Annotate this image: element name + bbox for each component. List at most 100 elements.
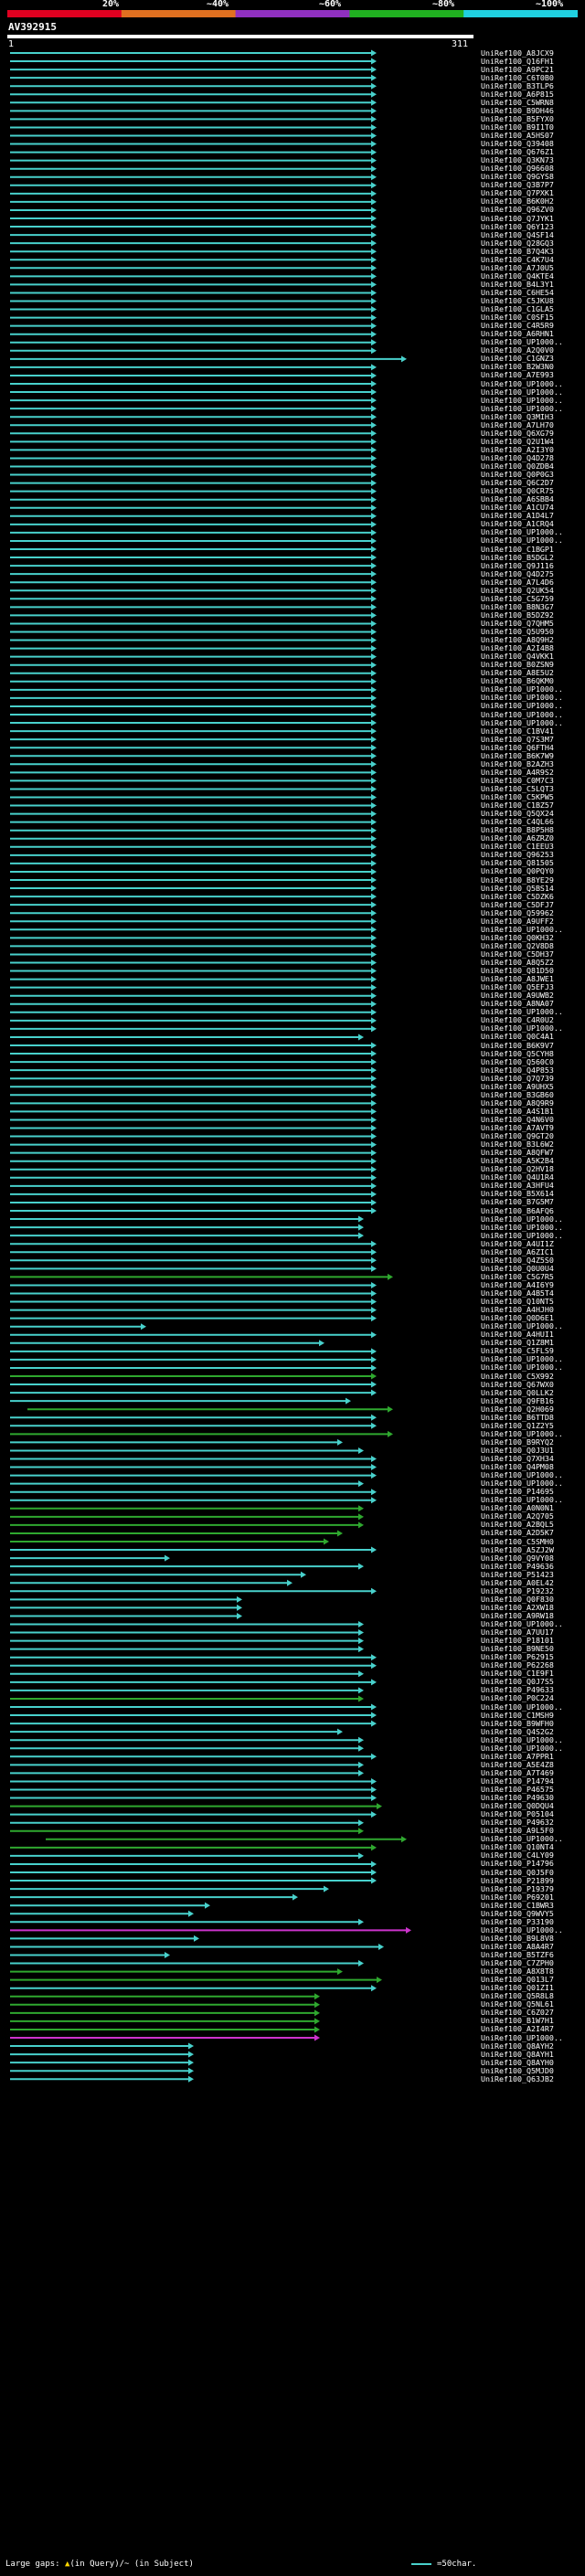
hit-arrow-icon — [371, 1356, 377, 1363]
hit-arrow-icon — [371, 653, 377, 661]
hit-arrow-icon — [371, 777, 377, 784]
hit-arrow-icon — [371, 629, 377, 635]
footer-gap-note: (in Query)/~ (in Subject) — [69, 2560, 194, 2569]
hit-arrow-icon — [371, 1348, 377, 1355]
hit-arrow-icon — [371, 852, 377, 859]
hit-arrow-icon — [358, 1687, 364, 1694]
hit-arrow-icon — [371, 123, 377, 131]
hit-arrow-icon — [371, 546, 377, 553]
hit-arrow-icon — [165, 1952, 170, 1958]
hit-arrow-icon — [371, 1422, 377, 1429]
hit-arrow-icon — [358, 1646, 364, 1653]
hit-arrow-icon — [371, 1009, 377, 1016]
hit-arrow-icon — [371, 429, 377, 437]
hit-arrow-icon — [188, 2051, 194, 2058]
hit-arrow-icon — [314, 2009, 320, 2017]
hit-arrow-icon — [371, 165, 377, 173]
hit-arrow-icon — [371, 1720, 377, 1727]
footer-prefix: Large gaps: — [5, 2560, 66, 2569]
footer-scale: =50char. — [437, 2560, 477, 2569]
hit-arrow-icon — [371, 703, 377, 710]
hit-arrow-icon — [371, 885, 377, 892]
hit-arrow-icon — [301, 1571, 306, 1578]
hit-arrow-icon — [371, 1281, 377, 1288]
hit-arrow-icon — [371, 537, 377, 545]
hit-arrow-icon — [371, 794, 377, 800]
hit-arrow-icon — [358, 1638, 364, 1645]
hit-arrow-icon — [371, 272, 377, 280]
hit-arrow-icon — [371, 1414, 377, 1421]
hit-arrow-icon — [371, 66, 377, 73]
hit-arrow-icon — [371, 1869, 377, 1876]
hit-arrow-icon — [371, 1116, 377, 1123]
hit-arrow-icon — [371, 1050, 377, 1057]
hit-arrow-icon — [371, 190, 377, 197]
hit-arrow-icon — [371, 670, 377, 677]
hit-arrow-icon — [371, 1025, 377, 1033]
hit-arrow-icon — [371, 405, 377, 412]
hit-arrow-icon — [237, 1612, 242, 1619]
hit-arrow-icon — [371, 231, 377, 239]
hit-arrow-icon — [358, 1852, 364, 1860]
hit-arrow-icon — [371, 769, 377, 776]
hit-arrow-icon — [371, 1703, 377, 1711]
hit-arrow-icon — [141, 1323, 146, 1330]
hit-arrow-icon — [371, 1108, 377, 1115]
hit-arrow-icon — [165, 1554, 170, 1562]
hit-arrow-icon — [371, 115, 377, 122]
hit-arrow-icon — [371, 298, 377, 304]
hit-arrow-icon — [401, 355, 407, 363]
hit-arrow-icon — [358, 1447, 364, 1454]
hit-arrow-icon — [371, 347, 377, 355]
hit-arrow-icon — [358, 1670, 364, 1678]
hit-arrow-icon — [346, 1397, 351, 1405]
hit-arrow-icon — [337, 1530, 343, 1537]
hit-arrow-icon — [371, 74, 377, 81]
hit-arrow-icon — [371, 380, 377, 387]
hit-arrow-icon — [371, 1497, 377, 1504]
hit-arrow-icon — [314, 2034, 320, 2041]
hit-arrow-icon — [358, 1224, 364, 1231]
hit-arrow-icon — [371, 727, 377, 735]
hit-arrow-icon — [371, 529, 377, 536]
hit-arrow-icon — [371, 174, 377, 181]
hit-arrow-icon — [371, 256, 377, 263]
hit-arrow-icon — [371, 1307, 377, 1314]
hit-arrow-icon — [371, 215, 377, 222]
hit-arrow-icon — [358, 1215, 364, 1223]
hit-arrow-icon — [371, 1712, 377, 1719]
hit-arrow-icon — [371, 223, 377, 230]
hit-arrow-icon — [371, 926, 377, 933]
hit-arrow-icon — [371, 1141, 377, 1149]
hit-arrow-icon — [371, 1753, 377, 1760]
hit-arrow-icon — [337, 1438, 343, 1446]
hit-arrow-icon — [358, 1819, 364, 1827]
hit-arrow-icon — [371, 662, 377, 669]
hit-arrow-icon — [371, 1364, 377, 1372]
hit-arrow-icon — [358, 1629, 364, 1637]
hit-arrow-icon — [371, 364, 377, 371]
hit-arrow-icon — [371, 49, 377, 57]
hit-arrow-icon — [371, 306, 377, 313]
hit-arrow-icon — [319, 1340, 324, 1347]
hit-arrow-icon — [371, 1662, 377, 1670]
hit-arrow-icon — [371, 99, 377, 106]
hit-arrow-icon — [371, 819, 377, 826]
hit-arrow-icon — [388, 1405, 393, 1413]
hit-arrow-icon — [388, 1430, 393, 1437]
hit-arrow-icon — [371, 1679, 377, 1686]
hit-arrow-icon — [237, 1604, 242, 1611]
hit-arrow-icon — [371, 239, 377, 247]
hit-arrow-icon — [371, 645, 377, 652]
hit-arrow-icon — [371, 868, 377, 875]
hit-arrow-icon — [371, 1654, 377, 1661]
hit-arrow-icon — [371, 446, 377, 453]
hit-label[interactable]: UniRef100_Q63JB2 — [481, 2074, 554, 2083]
hit-arrow-icon — [358, 1761, 364, 1768]
hit-arrow-icon — [371, 513, 377, 520]
hit-arrow-icon — [371, 1299, 377, 1306]
hit-arrow-icon — [358, 1769, 364, 1776]
hit-arrow-icon — [371, 909, 377, 917]
hit-arrow-icon — [371, 562, 377, 569]
hit-arrow-icon — [371, 760, 377, 768]
